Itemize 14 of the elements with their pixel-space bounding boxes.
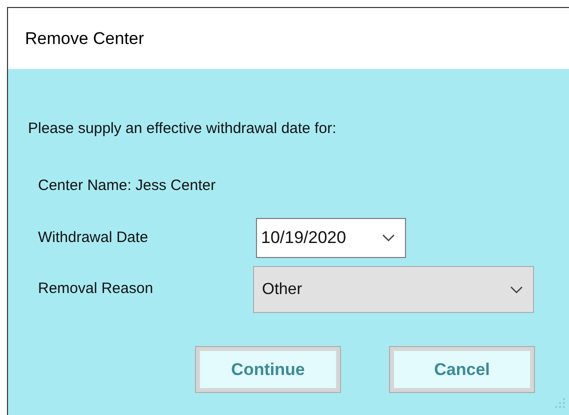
center-name-text: Center Name: Jess Center — [38, 176, 217, 196]
chevron-down-icon — [510, 286, 523, 294]
field-label: Removal Reason — [38, 279, 154, 300]
date-picker[interactable]: 10/19/2020 — [256, 218, 406, 258]
field-label: Withdrawal Date — [38, 228, 150, 248]
dropdown[interactable]: Other — [253, 266, 534, 313]
dropdown-value: Other — [262, 280, 302, 300]
continue-button[interactable]: Continue — [196, 347, 340, 392]
chevron-down-icon — [382, 234, 395, 242]
resize-grip-icon — [555, 398, 567, 410]
prompt-text: Please supply an effective withdrawal date for: — [28, 119, 338, 139]
window-title: Remove Center — [25, 28, 144, 50]
cancel-button[interactable]: Cancel — [390, 347, 534, 392]
date-value: 10/19/2020 — [261, 227, 346, 250]
